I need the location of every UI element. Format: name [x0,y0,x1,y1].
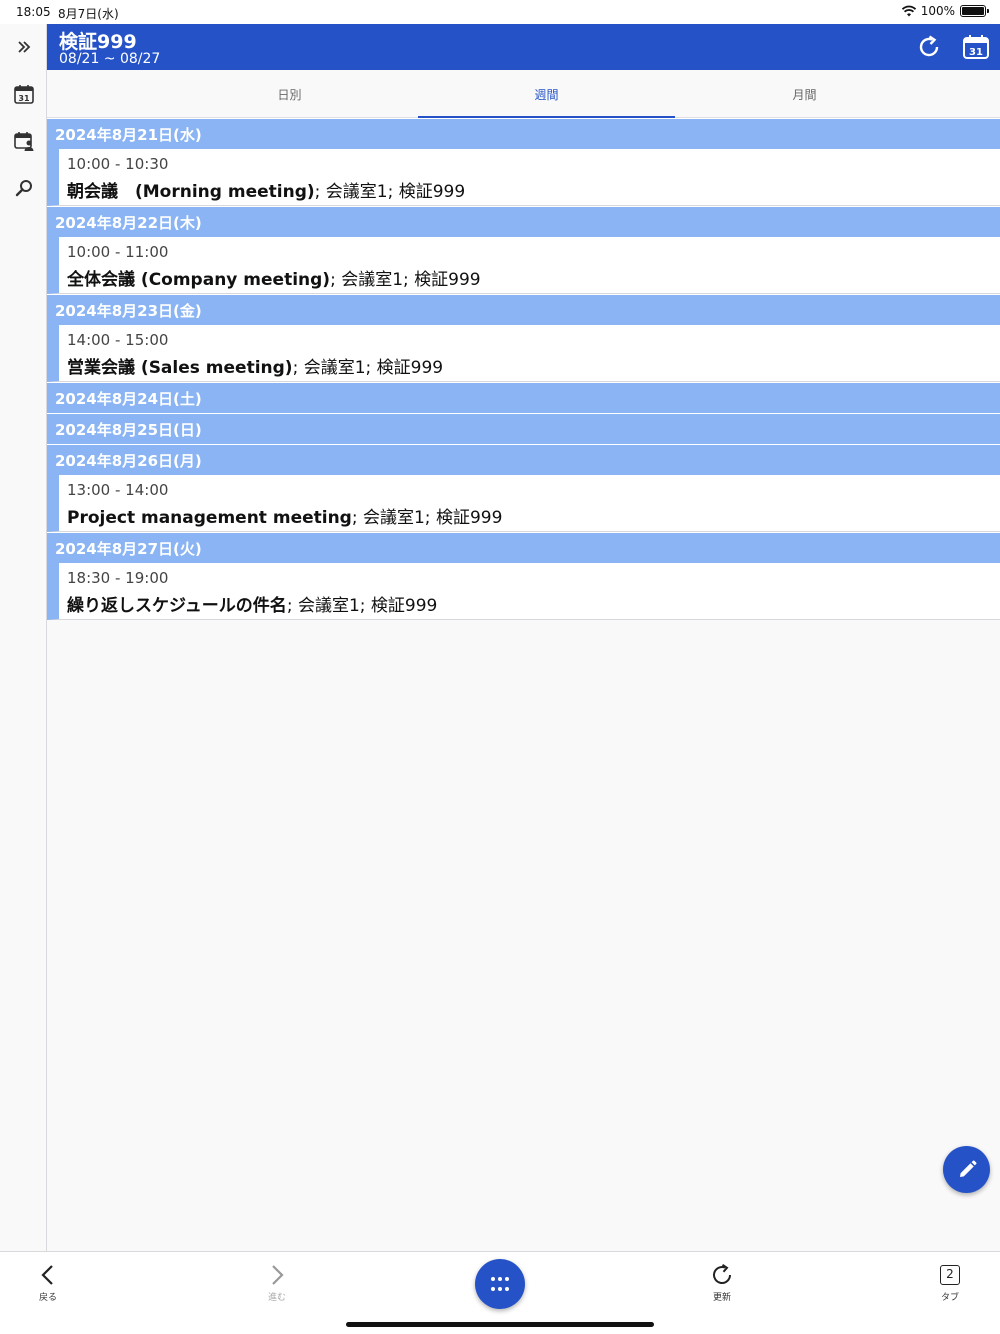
schedule-title: 営業会議 (Sales meeting) [67,358,293,378]
back-label: 戻る [38,1293,57,1303]
status-right: 100% [901,4,989,18]
schedule-title-line: 営業会議 (Sales meeting); 会議室1; 検証999 [67,353,443,378]
calendar-icon: 31 [14,85,34,104]
app-menu-button[interactable] [475,1259,525,1309]
schedule-detail: ; 会議室1; 検証999 [286,596,438,616]
schedule-item[interactable]: 10:00 - 11:00 全体会議 (Company meeting); 会議… [47,237,1000,294]
tab-weekly[interactable]: 週間 [418,70,675,119]
header: 検証999 08/21 ~ 08/27 31 [47,24,1000,70]
tabs-button[interactable]: 2 タブ [920,1260,980,1303]
sidebar-calendar-day: 31 [18,94,30,103]
schedule-time: 14:00 - 15:00 [67,331,169,349]
bottom-toolbar: 戻る 進む 更新 2 タブ [0,1251,1000,1334]
chevron-right-icon [272,1265,284,1285]
forward-button[interactable]: 進む [247,1260,307,1303]
schedule-title-line: 繰り返しスケジュールの件名; 会議室1; 検証999 [67,591,437,616]
pencil-icon [959,1160,976,1177]
grid-dots-icon [491,1277,509,1291]
status-date: 8月7日(水) [58,7,119,21]
schedule-detail: ; 会議室1; 検証999 [314,182,466,202]
forward-label: 進む [267,1293,286,1303]
schedule-time: 13:00 - 14:00 [67,481,169,499]
group-calendar-icon [14,132,34,151]
schedule-title: Project management meeting [67,508,352,528]
schedule-detail: ; 会議室1; 検証999 [351,508,503,528]
page-title: 検証999 [59,31,137,53]
search-icon [15,180,32,197]
schedule-item[interactable]: 18:30 - 19:00 繰り返しスケジュールの件名; 会議室1; 検証999 [47,563,1000,620]
schedule-item[interactable]: 10:00 - 10:30 朝会議 (Morning meeting); 会議室… [47,149,1000,206]
refresh-button[interactable]: 更新 [692,1260,752,1303]
schedule-title: 繰り返しスケジュールの件名 [67,596,287,616]
new-schedule-button[interactable] [943,1146,990,1193]
schedule-detail: ; 会議室1; 検証999 [292,358,444,378]
schedule-title-line: Project management meeting; 会議室1; 検証999 [67,503,502,528]
back-button[interactable]: 戻る [18,1260,78,1303]
expand-sidebar-button[interactable] [10,33,38,61]
weekly-schedule-list: 2024年8月21日(水) 10:00 - 10:30 朝会議 (Morning… [47,118,1000,620]
schedule-time: 18:30 - 19:00 [67,569,169,587]
calendar-icon: 31 [963,35,989,59]
schedule-time: 10:00 - 11:00 [67,243,169,261]
sidebar-group-calendar-button[interactable] [10,127,38,155]
schedule-title-line: 朝会議 (Morning meeting); 会議室1; 検証999 [67,177,465,202]
day-header: 2024年8月24日(土) [47,382,1000,413]
schedule-title: 朝会議 (Morning meeting) [67,182,315,202]
day-header: 2024年8月25日(日) [47,413,1000,444]
refresh-icon [919,35,939,57]
refresh-label: 更新 [712,1293,731,1303]
day-header: 2024年8月22日(木) [47,206,1000,237]
today-calendar-button[interactable]: 31 [961,32,991,62]
tab-count: 2 [946,1267,954,1281]
battery-icon [960,5,989,17]
sidebar-search-button[interactable] [10,174,38,202]
tab-count-icon: 2 [940,1265,960,1285]
chevron-left-icon [41,1265,53,1285]
battery-percent: 100% [920,4,955,18]
tab-daily[interactable]: 日別 [161,70,418,118]
date-range: 08/21 ~ 08/27 [59,51,161,67]
schedule-title-line: 全体会議 (Company meeting); 会議室1; 検証999 [67,265,481,290]
day-header: 2024年8月21日(水) [47,118,1000,149]
schedule-title: 全体会議 (Company meeting) [67,270,331,290]
day-header: 2024年8月23日(金) [47,294,1000,325]
schedule-item[interactable]: 14:00 - 15:00 営業会議 (Sales meeting); 会議室1… [47,325,1000,382]
status-bar: 18:05 8月7日(水) 100% [0,0,1000,24]
tabs-label: タブ [940,1293,959,1303]
tab-monthly[interactable]: 月間 [676,70,933,118]
sidebar: 31 [0,24,47,1251]
status-time: 18:05 [16,5,51,19]
sidebar-calendar-button[interactable]: 31 [10,80,38,108]
day-header: 2024年8月26日(月) [47,444,1000,475]
schedule-detail: ; 会議室1; 検証999 [330,270,481,290]
double-chevron-right-icon [18,41,31,53]
schedule-time: 10:00 - 10:30 [67,155,169,173]
header-calendar-day: 31 [969,47,983,58]
reload-button[interactable] [914,32,944,62]
home-indicator [346,1322,654,1327]
view-tabs: 日別 週間 月間 [47,70,1000,119]
schedule-item[interactable]: 13:00 - 14:00 Project management meeting… [47,475,1000,532]
refresh-icon [713,1263,731,1284]
wifi-icon [901,5,916,17]
day-header: 2024年8月27日(火) [47,532,1000,563]
